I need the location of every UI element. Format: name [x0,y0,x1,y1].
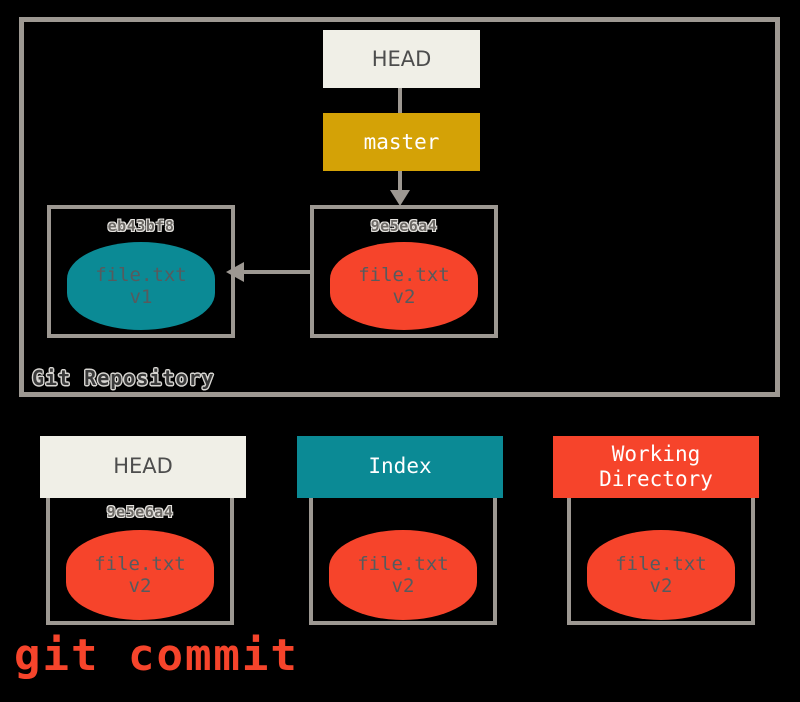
area-label-index: Index [368,454,432,479]
blob-filename: file.txt [95,263,187,286]
blob-version: v1 [129,286,153,308]
commit-hash-current: 9e5e6a4 [370,217,438,235]
commit-hash-parent: eb43bf8 [107,217,175,235]
blob-version: v2 [649,575,673,597]
blob-parent: file.txt v1 [67,242,215,330]
git-repository-label: Git Repository [32,366,215,390]
head-pointer-label: HEAD [371,46,432,71]
master-branch-label: master [363,129,440,154]
blob-filename: file.txt [615,552,707,575]
blob-filename: file.txt [94,552,186,575]
area-label-working-directory-line2: Directory [599,467,713,491]
blob-area-working-directory: file.txt v2 [587,530,735,620]
blob-version: v2 [392,286,416,308]
blob-version: v2 [128,575,152,597]
area-container-index: file.txt v2 [309,498,497,625]
connector-commit-to-parent [242,270,312,274]
blob-area-head: file.txt v2 [66,530,214,620]
area-container-head: 9e5e6a4 file.txt v2 [46,498,234,625]
area-header-index: Index [297,436,503,498]
area-header-working-directory: Working Directory [553,436,759,498]
arrow-down-icon [390,190,410,206]
blob-version: v2 [391,575,415,597]
master-branch-box: master [323,113,480,171]
blob-filename: file.txt [358,263,450,286]
area-hash-head: 9e5e6a4 [106,503,174,521]
commit-box-current: 9e5e6a4 file.txt v2 [310,205,498,338]
area-container-working-directory: file.txt v2 [567,498,755,625]
arrow-left-icon [226,262,244,282]
head-pointer-box: HEAD [323,30,480,88]
blob-current: file.txt v2 [330,242,478,330]
blob-area-index: file.txt v2 [329,530,477,620]
connector-head-to-master [398,88,402,114]
area-label-working-directory-line1: Working [611,441,701,466]
blob-filename: file.txt [357,552,449,575]
area-label-head: HEAD [113,454,173,479]
command-caption: git commit [14,630,299,681]
git-commit-diagram: Git Repository HEAD master eb43bf8 file.… [0,0,800,702]
commit-box-parent: eb43bf8 file.txt v1 [47,205,235,338]
area-header-head: HEAD [40,436,246,498]
